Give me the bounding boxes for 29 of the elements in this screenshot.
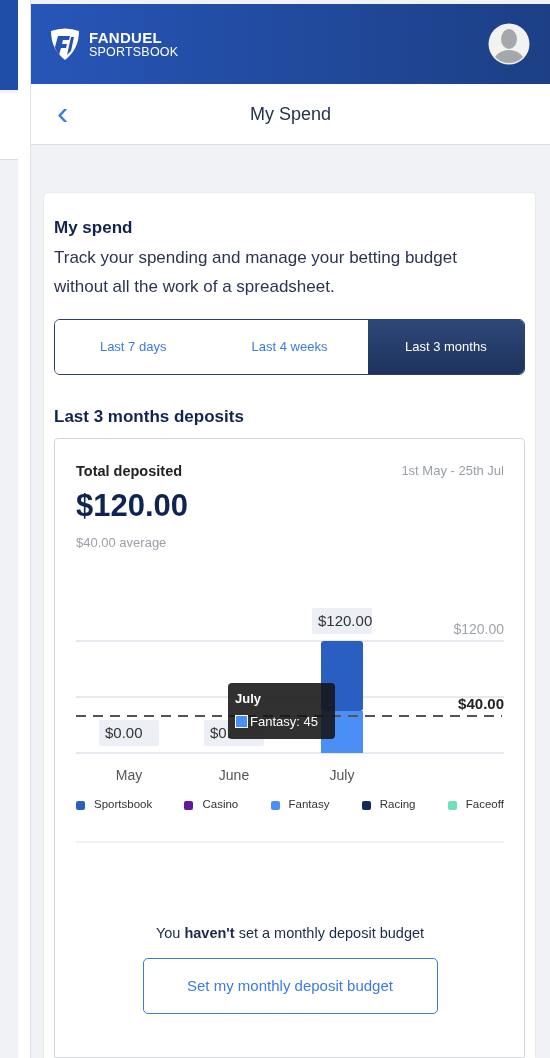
axis-label: June (218, 767, 250, 784)
axis-label: $120.00 (453, 621, 504, 638)
average-amount: $40.00 average (76, 533, 168, 552)
summary-label: Total deposited (76, 462, 183, 481)
description-text: Track your spending and manage your betting budget without all the work of a spreadsheet. (54, 246, 458, 298)
set-budget-button[interactable]: Set my monthly deposit budget (142, 958, 438, 1015)
value-label: $120.00 (312, 608, 373, 635)
legend-label: Sportsbook (94, 797, 153, 813)
legend-label: Fantasy (288, 797, 330, 813)
period-tab[interactable]: Last 3 months (367, 319, 524, 374)
average-label: $40.00 (458, 695, 504, 713)
avatar-icon[interactable] (488, 23, 530, 66)
tooltip-title: July (235, 690, 262, 709)
brand-subtitle: SPORTSBOOK (89, 45, 179, 59)
date-range: 1st May - 25th Jul (401, 462, 504, 480)
shield-logo-icon (49, 27, 81, 62)
total-amount: $120.00 (76, 486, 190, 524)
section-title: Last 3 months deposits (54, 405, 245, 428)
axis-label: July (329, 767, 355, 784)
legend-label: Racing (379, 797, 416, 813)
legend-label: Casino (202, 797, 239, 813)
back-button[interactable]: ‹ (47, 95, 79, 130)
page-title: My Spend (250, 102, 331, 126)
value-label: $0.00 (99, 720, 159, 747)
brand-name: FANDUEL (89, 29, 163, 45)
budget-message: You haven't set a monthly deposit budget (154, 923, 426, 943)
axis-label: May (115, 767, 143, 784)
legend-label: Faceoff (465, 797, 504, 813)
section-heading: My spend (54, 217, 134, 239)
